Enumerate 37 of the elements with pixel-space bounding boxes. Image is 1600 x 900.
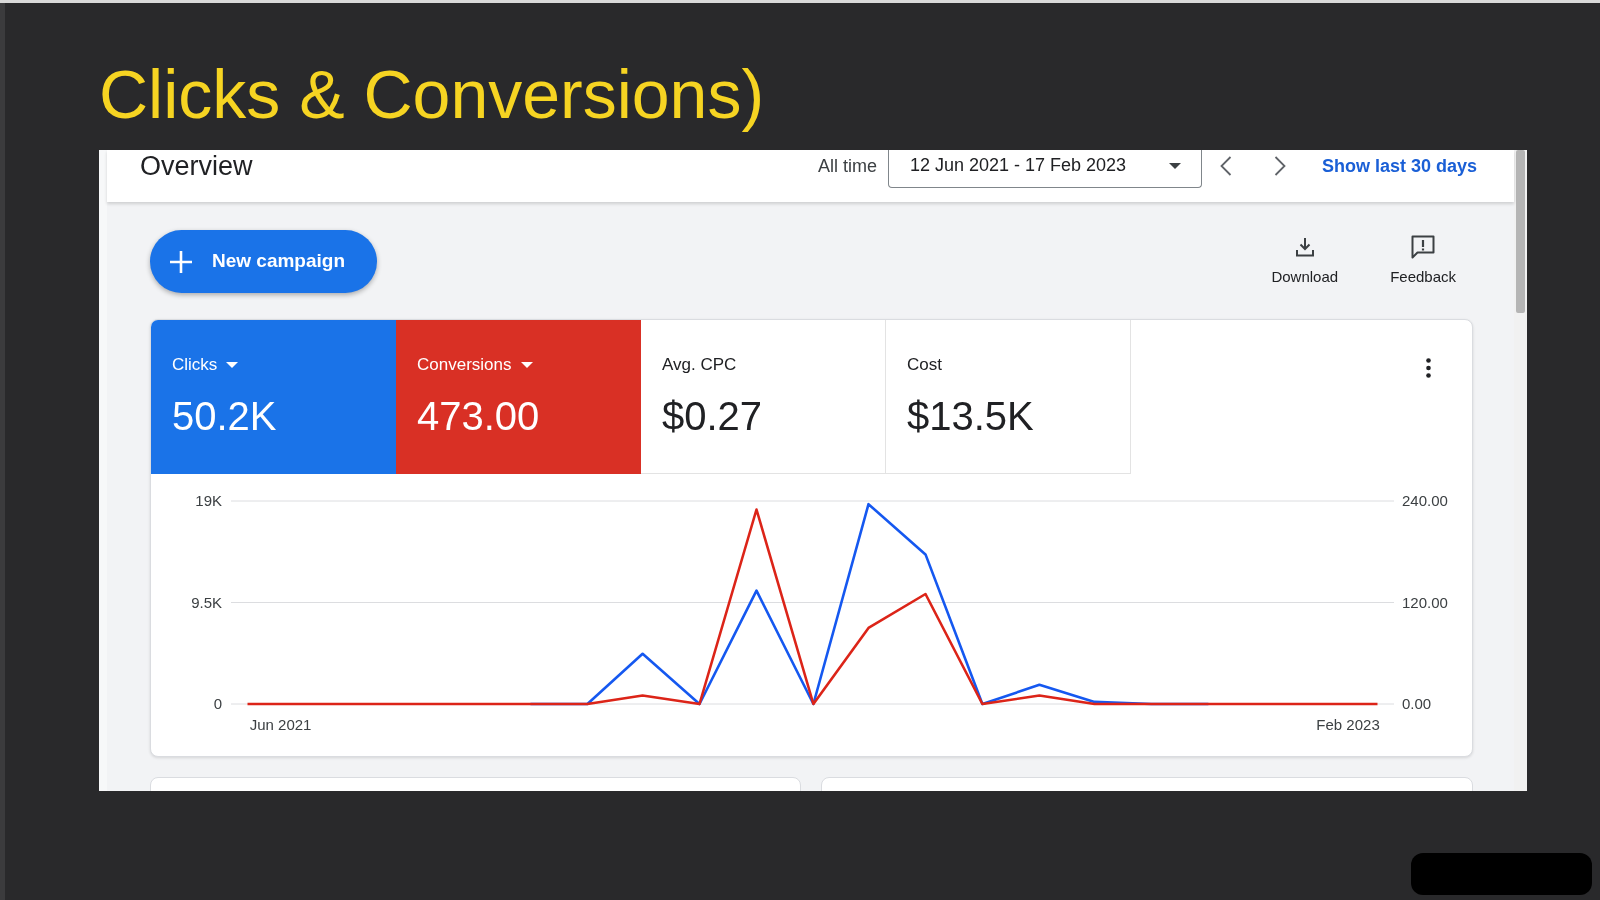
metric-tile[interactable]: Clicks 50.2K (151, 320, 396, 474)
caret-icon[interactable] (520, 362, 533, 368)
download-icon (1294, 236, 1315, 257)
plus-icon (170, 250, 192, 273)
chevron-left-icon[interactable] (1219, 156, 1232, 176)
date-range-dropdown[interactable]: 12 Jun 2021 - 17 Feb 2023 (887, 150, 1202, 188)
scrollbar-thumb[interactable] (1516, 150, 1525, 313)
axis-label: 19K (195, 492, 222, 509)
chevron-right-icon[interactable] (1273, 156, 1286, 176)
axis-label: Feb 2023 (1316, 716, 1380, 733)
new-campaign-button[interactable]: New campaign (150, 230, 377, 293)
axis-label: 9.5K (191, 593, 222, 611)
page-title: Overview (140, 150, 253, 183)
axis-label: 0 (213, 695, 222, 712)
metric-label: Cost (907, 354, 942, 377)
axis-label: 120.00 (1402, 593, 1448, 611)
metric-label: Clicks (172, 354, 218, 377)
metric-value: 50.2K (172, 393, 277, 440)
metric-value: 473.00 (417, 393, 540, 440)
caret-icon[interactable] (1168, 162, 1181, 169)
metric-label: Conversions (417, 354, 512, 377)
metric-label: Avg. CPC (662, 354, 737, 377)
range-label: All time (817, 154, 877, 178)
metric-tile[interactable]: Avg. CPC $0.27 (641, 320, 886, 474)
metric-tile[interactable]: Cost $13.5K (886, 320, 1131, 474)
more-vertical-icon[interactable] (1426, 358, 1431, 378)
caret-icon[interactable] (226, 362, 239, 368)
metric-value: $0.27 (662, 393, 763, 440)
download-button[interactable]: Download (1271, 234, 1339, 289)
metric-tile[interactable]: Conversions 473.00 (396, 320, 641, 474)
speech-bubble-icon (1411, 234, 1436, 259)
show-last-30-days-link[interactable]: Show last 30 days (1321, 152, 1477, 180)
metric-value: $13.5K (907, 393, 1034, 440)
axis-label: 240.00 (1402, 492, 1448, 509)
axis-label: Jun 2021 (249, 716, 312, 733)
axis-label: 0.00 (1402, 695, 1432, 712)
feedback-button[interactable]: Feedback (1390, 234, 1456, 289)
